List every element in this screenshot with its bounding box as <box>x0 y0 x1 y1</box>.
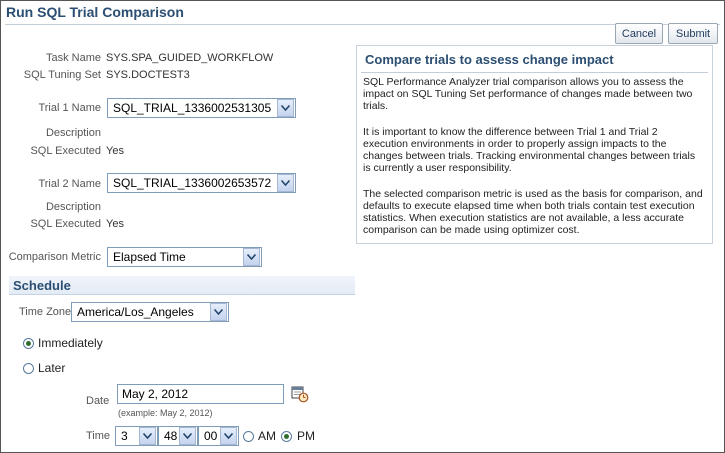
comparison-metric-value: Elapsed Time <box>113 250 186 264</box>
trial1-name-select[interactable]: SQL_TRIAL_1336002531305 <box>107 98 296 118</box>
help-panel: Compare trials to assess change impact S… <box>356 45 713 244</box>
immediately-radio[interactable] <box>23 338 34 349</box>
comparison-metric-select[interactable]: Elapsed Time <box>107 247 262 267</box>
page-title: Run SQL Trial Comparison <box>6 4 184 20</box>
chevron-down-icon <box>220 427 237 445</box>
task-name-value: SYS.SPA_GUIDED_WORKFLOW <box>106 52 274 64</box>
page-frame: Run SQL Trial Comparison Cancel Submit T… <box>0 0 725 453</box>
help-paragraph-3: The selected comparison metric is used a… <box>363 188 703 236</box>
calendar-icon[interactable] <box>291 385 309 403</box>
radio-selected-dot <box>284 434 289 439</box>
later-radio[interactable] <box>23 363 34 374</box>
chevron-down-icon <box>243 248 260 266</box>
pm-label[interactable]: PM <box>297 429 315 443</box>
date-value: May 2, 2012 <box>122 387 189 401</box>
sql-tuning-set-label: SQL Tuning Set <box>23 69 101 81</box>
chevron-down-icon <box>277 174 294 192</box>
trial1-sql-executed-label: SQL Executed <box>30 145 101 157</box>
chevron-down-icon <box>179 427 196 445</box>
task-name-label: Task Name <box>45 52 101 64</box>
date-label: Date <box>86 395 110 407</box>
am-label[interactable]: AM <box>258 429 276 443</box>
trial2-name-select[interactable]: SQL_TRIAL_1336002653572 <box>107 173 296 193</box>
trial1-sql-executed-value: Yes <box>106 145 124 157</box>
time-zone-select[interactable]: America/Los_Angeles <box>71 302 229 322</box>
chevron-down-icon <box>139 427 156 445</box>
comparison-metric-label: Comparison Metric <box>8 251 101 263</box>
cancel-button[interactable]: Cancel <box>615 23 663 44</box>
hour-select[interactable]: 3 <box>115 426 158 446</box>
time-zone-label: Time Zone <box>19 306 72 318</box>
radio-selected-dot <box>26 341 31 346</box>
minute-select[interactable]: 48 <box>158 426 198 446</box>
time-label: Time <box>86 430 111 442</box>
schedule-heading: Schedule <box>13 278 71 293</box>
second-value: 00 <box>204 429 218 443</box>
trial2-sql-executed-value: Yes <box>106 218 124 230</box>
hour-value: 3 <box>121 429 128 443</box>
immediately-label[interactable]: Immediately <box>38 336 103 350</box>
date-example-hint: (example: May 2, 2012) <box>118 408 213 418</box>
chevron-down-icon <box>277 99 294 117</box>
sql-tuning-set-value: SYS.DOCTEST3 <box>106 69 190 81</box>
help-paragraph-1: SQL Performance Analyzer trial compariso… <box>363 76 693 112</box>
time-zone-value: America/Los_Angeles <box>77 305 194 319</box>
pm-radio[interactable] <box>281 431 292 442</box>
second-select[interactable]: 00 <box>198 426 239 446</box>
trial1-description-label: Description <box>45 127 101 139</box>
help-title: Compare trials to assess change impact <box>365 52 614 67</box>
chevron-down-icon <box>210 303 227 321</box>
trial2-name-label: Trial 2 Name <box>38 178 101 190</box>
title-divider <box>5 24 720 25</box>
schedule-section-header: Schedule <box>9 276 355 295</box>
submit-button[interactable]: Submit <box>668 23 718 44</box>
date-input[interactable]: May 2, 2012 <box>117 384 284 404</box>
trial1-name-value: SQL_TRIAL_1336002531305 <box>113 101 272 115</box>
trial1-name-label: Trial 1 Name <box>38 102 101 114</box>
trial2-description-label: Description <box>45 201 101 213</box>
later-label[interactable]: Later <box>38 361 65 375</box>
help-paragraph-2: It is important to know the difference b… <box>363 126 696 174</box>
minute-value: 48 <box>164 429 178 443</box>
trial2-name-value: SQL_TRIAL_1336002653572 <box>113 176 272 190</box>
help-divider <box>361 72 708 73</box>
am-radio[interactable] <box>243 431 254 442</box>
trial2-sql-executed-label: SQL Executed <box>30 218 101 230</box>
